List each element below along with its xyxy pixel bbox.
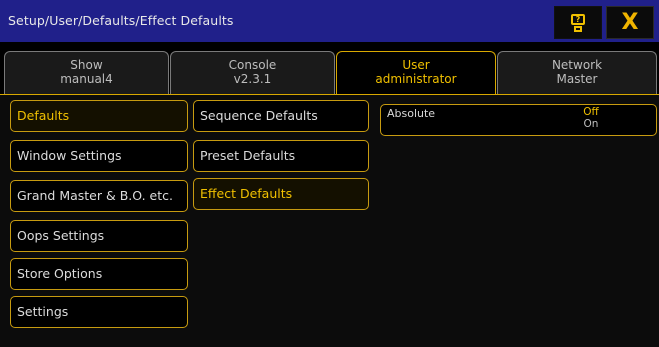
menu-item-preset-defaults[interactable]: Preset Defaults	[193, 140, 369, 172]
menu-item-window-settings[interactable]: Window Settings	[10, 140, 188, 172]
close-icon: X	[621, 9, 639, 35]
title-bar: Setup/User/Defaults/Effect Defaults ? X	[0, 0, 659, 44]
menu-item-sequence-defaults[interactable]: Sequence Defaults	[193, 100, 369, 132]
menu-item-oops-settings[interactable]: Oops Settings	[10, 220, 188, 252]
tab-network[interactable]: Network Master	[497, 51, 657, 94]
close-button[interactable]: X	[606, 6, 654, 39]
absolute-label: Absolute	[387, 107, 436, 120]
menu-item-grand-master[interactable]: Grand Master & B.O. etc.	[10, 180, 188, 212]
tab-console[interactable]: Console v2.3.1	[170, 51, 335, 94]
absolute-toggle[interactable]: Absolute Off On	[380, 104, 657, 136]
value-on-option: On	[583, 118, 599, 130]
tab-bar: Show manual4 Console v2.3.1 User adminis…	[0, 51, 659, 94]
tab-user[interactable]: User administrator	[336, 51, 496, 94]
tab-show[interactable]: Show manual4	[4, 51, 169, 94]
menu-item-store-options[interactable]: Store Options	[10, 258, 188, 290]
menu-item-effect-defaults[interactable]: Effect Defaults	[193, 178, 369, 210]
value-off-option: Off	[583, 106, 599, 118]
menu-item-settings[interactable]: Settings	[10, 296, 188, 328]
absolute-value: Off On	[571, 106, 611, 130]
help-icon: ?	[571, 13, 585, 32]
window-title: Setup/User/Defaults/Effect Defaults	[8, 13, 234, 28]
help-button[interactable]: ?	[554, 6, 602, 39]
menu-item-defaults[interactable]: Defaults	[10, 100, 188, 132]
